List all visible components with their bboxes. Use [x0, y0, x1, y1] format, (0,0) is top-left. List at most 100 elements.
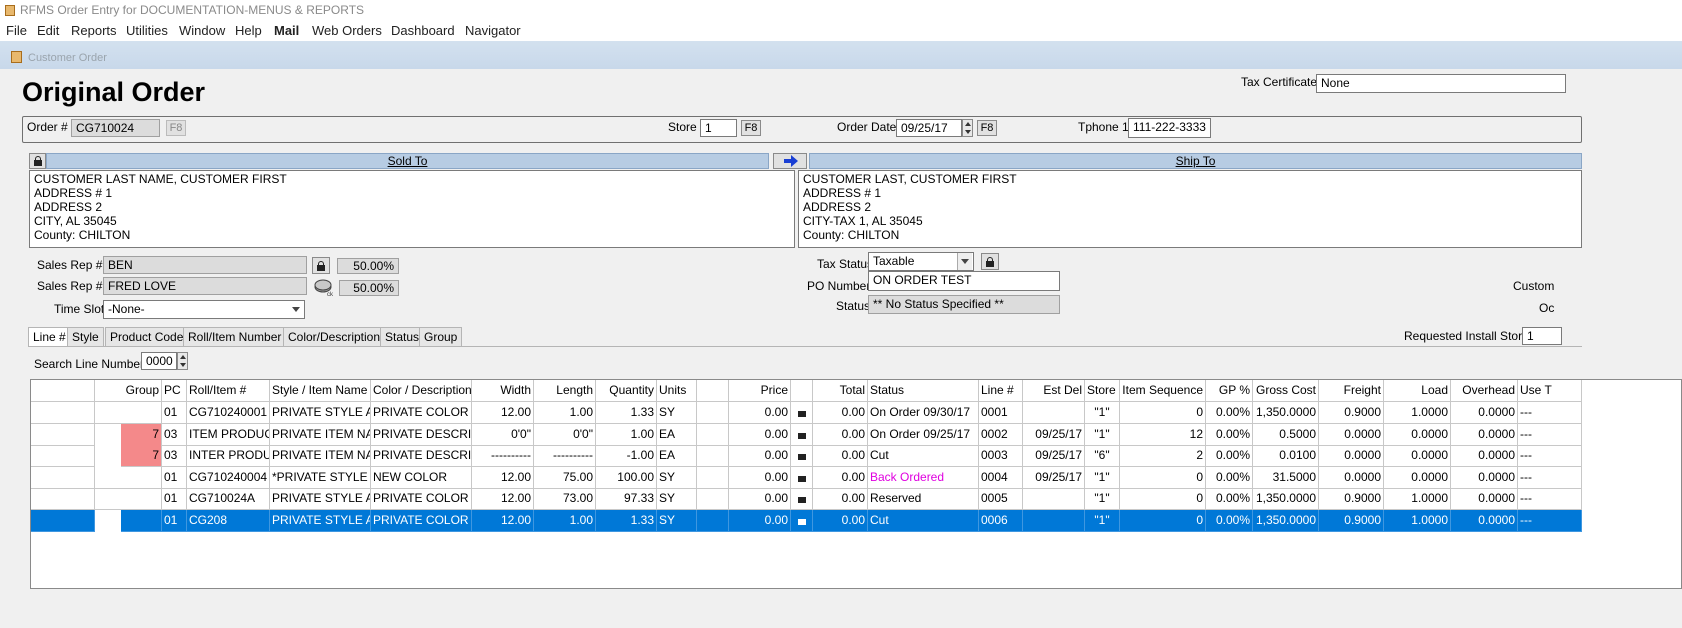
- table-cell[interactable]: 0.00%: [1206, 467, 1253, 489]
- table-cell[interactable]: [31, 467, 95, 489]
- table-cell[interactable]: PRIVATE STYLE A: [270, 402, 371, 424]
- table-cell[interactable]: 1.0000: [1384, 488, 1451, 510]
- table-cell[interactable]: 0.00: [813, 402, 868, 424]
- table-cell[interactable]: ---: [1518, 488, 1582, 510]
- menu-web-orders[interactable]: Web Orders: [312, 23, 382, 38]
- table-cell[interactable]: 12.00: [472, 402, 534, 424]
- order-date-field[interactable]: 09/25/17: [896, 119, 962, 137]
- table-cell[interactable]: 0.00: [813, 488, 868, 510]
- table-cell[interactable]: EA: [657, 445, 697, 467]
- table-cell[interactable]: 0.00: [813, 467, 868, 489]
- table-cell[interactable]: 1.33: [596, 510, 657, 532]
- table-cell[interactable]: 1,350.0000: [1253, 510, 1319, 532]
- table-cell[interactable]: 0.0000: [1384, 445, 1451, 467]
- menu-navigator[interactable]: Navigator: [465, 23, 521, 38]
- table-cell[interactable]: 0.00%: [1206, 424, 1253, 446]
- table-cell[interactable]: PRIVATE ITEM NAM: [270, 424, 371, 446]
- table-cell[interactable]: ----------: [472, 445, 534, 467]
- table-cell[interactable]: PRIVATE DESCRIPTIO: [371, 445, 472, 467]
- table-cell[interactable]: 12.00: [472, 467, 534, 489]
- column-header[interactable]: Use T: [1518, 380, 1582, 402]
- menu-edit[interactable]: Edit: [37, 23, 59, 38]
- table-cell[interactable]: 0.9000: [1319, 402, 1384, 424]
- table-cell[interactable]: On Order 09/25/17: [868, 424, 979, 446]
- column-header[interactable]: GP %: [1206, 380, 1253, 402]
- table-cell[interactable]: 0.9000: [1319, 510, 1384, 532]
- tab-status[interactable]: Status: [380, 327, 425, 347]
- column-header[interactable]: Freight: [1319, 380, 1384, 402]
- tab-style[interactable]: Style: [67, 327, 104, 347]
- search-line-number-field[interactable]: 0000: [141, 352, 177, 370]
- table-cell[interactable]: 0.00: [729, 467, 791, 489]
- table-cell[interactable]: SY: [657, 488, 697, 510]
- table-cell[interactable]: 03: [162, 445, 187, 467]
- table-cell[interactable]: 1.00: [534, 510, 596, 532]
- table-cell[interactable]: 0.0000: [1451, 467, 1518, 489]
- table-cell[interactable]: 0.0000: [1451, 424, 1518, 446]
- table-cell[interactable]: 01: [162, 488, 187, 510]
- sales-rep2-field[interactable]: FRED LOVE: [103, 277, 307, 295]
- table-cell[interactable]: 0.0100: [1253, 445, 1319, 467]
- tab-group[interactable]: Group: [419, 327, 463, 347]
- menu-help[interactable]: Help: [235, 23, 262, 38]
- table-cell[interactable]: 09/25/17: [1023, 467, 1085, 489]
- table-cell[interactable]: Reserved: [868, 488, 979, 510]
- column-header[interactable]: PC: [162, 380, 187, 402]
- search-line-spinner[interactable]: [177, 352, 188, 370]
- tax-certificate-field[interactable]: None: [1316, 74, 1566, 93]
- table-cell[interactable]: PRIVATE COLOR: [371, 402, 472, 424]
- table-cell[interactable]: [31, 445, 95, 467]
- table-cell[interactable]: [31, 402, 95, 424]
- table-cell[interactable]: 0003: [979, 445, 1023, 467]
- table-cell[interactable]: [95, 402, 162, 424]
- table-cell[interactable]: 0.00%: [1206, 510, 1253, 532]
- requested-install-store-field[interactable]: 1: [1522, 327, 1562, 345]
- table-cell[interactable]: [1023, 402, 1085, 424]
- copy-to-ship-button[interactable]: [773, 153, 807, 169]
- table-cell[interactable]: 97.33: [596, 488, 657, 510]
- phone-field[interactable]: 111-222-3333: [1128, 118, 1211, 138]
- table-cell[interactable]: 0.00%: [1206, 445, 1253, 467]
- store-lookup-button[interactable]: F8: [741, 120, 761, 136]
- table-cell[interactable]: 0001: [979, 402, 1023, 424]
- table-cell[interactable]: CG710024A: [187, 488, 270, 510]
- order-date-spinner[interactable]: [962, 119, 973, 137]
- table-cell[interactable]: 0.0000: [1451, 488, 1518, 510]
- table-cell[interactable]: Back Ordered: [868, 467, 979, 489]
- column-header[interactable]: Load: [1384, 380, 1451, 402]
- table-cell[interactable]: [1023, 488, 1085, 510]
- sales-rep1-field[interactable]: BEN: [103, 256, 307, 274]
- table-cell[interactable]: PRIVATE COLOR: [371, 488, 472, 510]
- table-cell[interactable]: 12.00: [472, 510, 534, 532]
- tax-status-dropdown[interactable]: Taxable: [868, 252, 974, 271]
- table-cell[interactable]: 0.00: [729, 402, 791, 424]
- table-cell[interactable]: 0.5000: [1253, 424, 1319, 446]
- table-cell[interactable]: ---: [1518, 510, 1582, 532]
- tab-color-description[interactable]: Color/Description: [283, 327, 386, 347]
- table-cell[interactable]: [31, 424, 95, 446]
- table-cell[interactable]: 75.00: [534, 467, 596, 489]
- table-cell[interactable]: [31, 488, 95, 510]
- column-header[interactable]: Roll/Item #: [187, 380, 270, 402]
- table-cell[interactable]: 1,350.0000: [1253, 488, 1319, 510]
- table-cell[interactable]: 09/25/17: [1023, 445, 1085, 467]
- table-cell[interactable]: 01: [162, 510, 187, 532]
- table-cell[interactable]: CG710240004: [187, 467, 270, 489]
- table-cell[interactable]: PRIVATE STYLE A: [270, 510, 371, 532]
- order-number-lookup-button[interactable]: F8: [166, 120, 186, 136]
- column-header[interactable]: Color / Description: [371, 380, 472, 402]
- sales-rep1-percent[interactable]: 50.00%: [337, 258, 399, 274]
- table-cell[interactable]: 31.5000: [1253, 467, 1319, 489]
- table-cell[interactable]: ----------: [534, 445, 596, 467]
- table-cell[interactable]: [697, 467, 729, 489]
- table-cell[interactable]: 0.0000: [1319, 424, 1384, 446]
- column-header[interactable]: Gross Cost: [1253, 380, 1319, 402]
- column-header[interactable]: Quantity: [596, 380, 657, 402]
- table-cell[interactable]: 0: [1120, 510, 1206, 532]
- menu-reports[interactable]: Reports: [71, 23, 117, 38]
- table-cell[interactable]: *PRIVATE STYLE: [270, 467, 371, 489]
- order-date-lookup-button[interactable]: F8: [977, 120, 997, 136]
- table-cell[interactable]: 0002: [979, 424, 1023, 446]
- table-cell[interactable]: "1": [1085, 424, 1120, 446]
- table-cell[interactable]: 1.0000: [1384, 510, 1451, 532]
